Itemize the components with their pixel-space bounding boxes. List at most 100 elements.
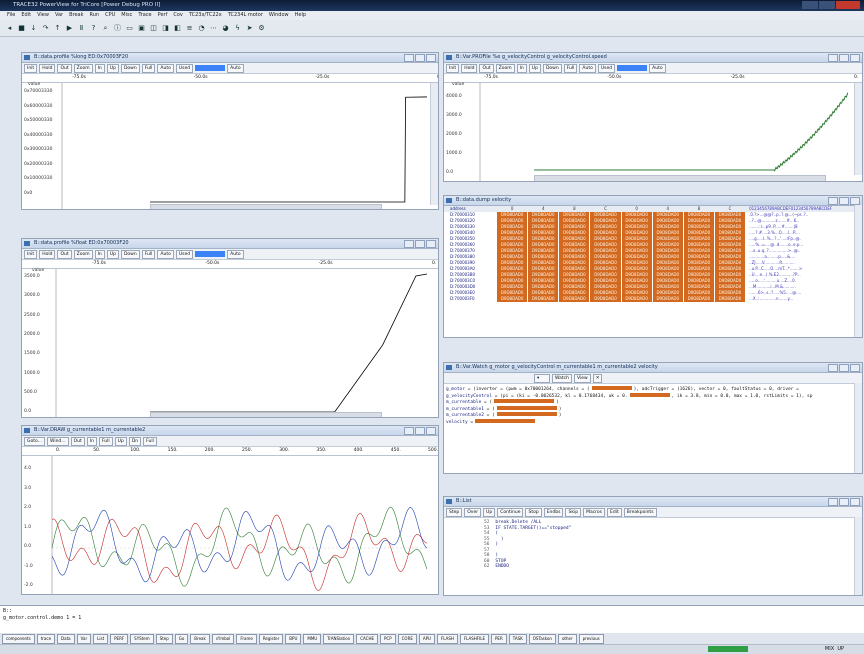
window-caption[interactable]: B::data.profile %float ED:0x70003F20 (22, 239, 438, 249)
softkey-core[interactable]: CORE (397, 633, 417, 644)
softkey-previous[interactable]: previous (578, 633, 604, 644)
minimize-icon[interactable] (828, 197, 838, 205)
in-button[interactable]: In (94, 249, 105, 259)
full-button[interactable]: Full (143, 436, 157, 446)
menu-item[interactable]: File (7, 11, 15, 20)
softkey-trace[interactable]: trace (36, 633, 56, 644)
full-button[interactable]: Full (98, 436, 113, 446)
menu-item[interactable]: Var (55, 11, 63, 20)
menu-item[interactable]: Misc (121, 11, 132, 20)
go-icon[interactable]: ▶ (65, 24, 74, 33)
skip-button[interactable]: Skip (565, 507, 582, 517)
maximize-icon[interactable] (839, 197, 849, 205)
horizontal-scrollbar[interactable] (150, 412, 382, 417)
dump-cell[interactable]: D9D8DAD0 (497, 296, 528, 302)
zoom-button[interactable]: Zoom (73, 63, 93, 73)
break-icon[interactable]: Ⅱ (77, 24, 86, 33)
softkey-pcp[interactable]: PCP (380, 633, 396, 644)
auto-button[interactable]: Auto (649, 63, 666, 73)
watch-item[interactable]: velocity = (446, 418, 862, 426)
dump-cell[interactable]: D9D8DAD0 (559, 296, 590, 302)
step-over-icon[interactable]: ↷ (41, 24, 50, 33)
softkey-task[interactable]: TASK (508, 633, 527, 644)
maximize-icon[interactable] (839, 498, 849, 506)
dump-row[interactable]: D:700003F0 D9D8DAD0 D9D8DAD0 D9D8DAD0 D9D8DA… (444, 296, 862, 302)
vertical-scrollbar[interactable] (430, 83, 438, 205)
auto-button[interactable]: Auto (227, 249, 244, 259)
chart-icon[interactable]: ◔ (197, 24, 206, 33)
menu-item[interactable]: Help (295, 11, 306, 20)
softkey-register[interactable]: Register (258, 633, 284, 644)
close-icon[interactable] (850, 364, 860, 372)
softkey-apu[interactable]: APU (418, 633, 435, 644)
minimize-icon[interactable] (404, 54, 414, 62)
menu-item[interactable]: Perf (158, 11, 168, 20)
close-icon[interactable] (426, 240, 436, 248)
softkey-flashfile[interactable]: FLASHFILE (459, 633, 490, 644)
endbs-button[interactable]: Endbs (543, 507, 564, 517)
init-button[interactable]: Init (24, 249, 38, 259)
softkey-mmu[interactable]: MMU (303, 633, 322, 644)
dump-cell[interactable]: D9D8DAD0 (590, 296, 621, 302)
minimize-icon[interactable] (404, 427, 414, 435)
rewind-icon[interactable]: ◂ (5, 24, 14, 33)
vertical-scrollbar[interactable] (854, 83, 862, 175)
vertical-scrollbar[interactable] (854, 383, 862, 473)
out-button[interactable]: Out (57, 249, 72, 259)
stop-button[interactable]: Stop (525, 507, 542, 517)
up-button[interactable]: Up (106, 249, 119, 259)
trace-icon[interactable]: ⋯ (209, 24, 218, 33)
softkey-break[interactable]: Break (190, 633, 210, 644)
dump-cell[interactable]: D9D8DAD0 (683, 296, 714, 302)
menu-item[interactable]: Break (69, 11, 83, 20)
menu-item[interactable]: TC23x/TC22x (189, 11, 222, 20)
softkey-data[interactable]: Data (57, 633, 75, 644)
menu-item[interactable]: CPU (105, 11, 115, 20)
down-button[interactable]: Down (120, 63, 140, 73)
macros-button[interactable]: Macros (583, 507, 606, 517)
softkey-flash[interactable]: FLASH (436, 633, 458, 644)
softkey-step[interactable]: Step (155, 633, 173, 644)
close-icon[interactable] (850, 54, 860, 62)
close-icon[interactable] (426, 427, 436, 435)
menu-item[interactable]: Run (90, 11, 100, 20)
window-caption[interactable]: B::data.profile %long ED:0x70003F20 (22, 53, 438, 63)
up-button[interactable]: Up (528, 63, 541, 73)
up-button[interactable]: Up (483, 507, 496, 517)
dump-cell[interactable]: D9D8DAD0 (714, 296, 746, 302)
watch-button[interactable]: Watch (552, 373, 573, 383)
auto-button[interactable]: Auto (579, 63, 596, 73)
step-button[interactable]: Step (446, 507, 463, 517)
out-button[interactable]: Out (70, 436, 85, 446)
reg-icon[interactable]: ◨ (161, 24, 170, 33)
breakpoints-button[interactable]: Breakpoints (623, 507, 657, 517)
window-caption[interactable]: B::Var.Watch g_motor g_velocityControl m… (444, 363, 862, 373)
maximize-icon[interactable] (839, 364, 849, 372)
softkey-ostaskon[interactable]: OSTaskon (528, 633, 556, 644)
window-caption[interactable]: B::Var.DRAW g_currentable1 m_currentable… (22, 426, 438, 436)
menu-item[interactable]: Window (269, 11, 289, 20)
minimize-icon[interactable] (828, 54, 838, 62)
softkey-other[interactable]: other (557, 633, 577, 644)
continue-button[interactable]: Continue (497, 507, 524, 517)
auto-button[interactable]: Auto (157, 249, 174, 259)
command-input[interactable]: g_motor.control.demo 1 = 1 (0, 614, 864, 621)
softkey-bpu[interactable]: BPU (285, 633, 302, 644)
search-icon[interactable]: ⌕ (101, 24, 110, 33)
softkey-cache[interactable]: CACHE (356, 633, 379, 644)
perf-icon[interactable]: ◕ (221, 24, 230, 33)
help-icon[interactable]: ? (89, 24, 98, 33)
minimize-icon[interactable] (828, 498, 838, 506)
softkey-list[interactable]: List (93, 633, 109, 644)
source-line[interactable]: 62 ENDDO (484, 564, 862, 570)
menu-item[interactable]: Cov (173, 11, 183, 20)
minimize-icon[interactable] (828, 364, 838, 372)
init-button[interactable]: Init (446, 63, 460, 73)
info-icon[interactable]: ⓘ (113, 24, 122, 33)
minimize-icon[interactable] (404, 240, 414, 248)
softkey-var[interactable]: Var (76, 633, 92, 644)
init-button[interactable]: Init (24, 63, 38, 73)
window-icon[interactable]: ▭ (125, 24, 134, 33)
minimize-button[interactable] (802, 1, 818, 9)
settings-icon[interactable]: ⚙ (257, 24, 266, 33)
